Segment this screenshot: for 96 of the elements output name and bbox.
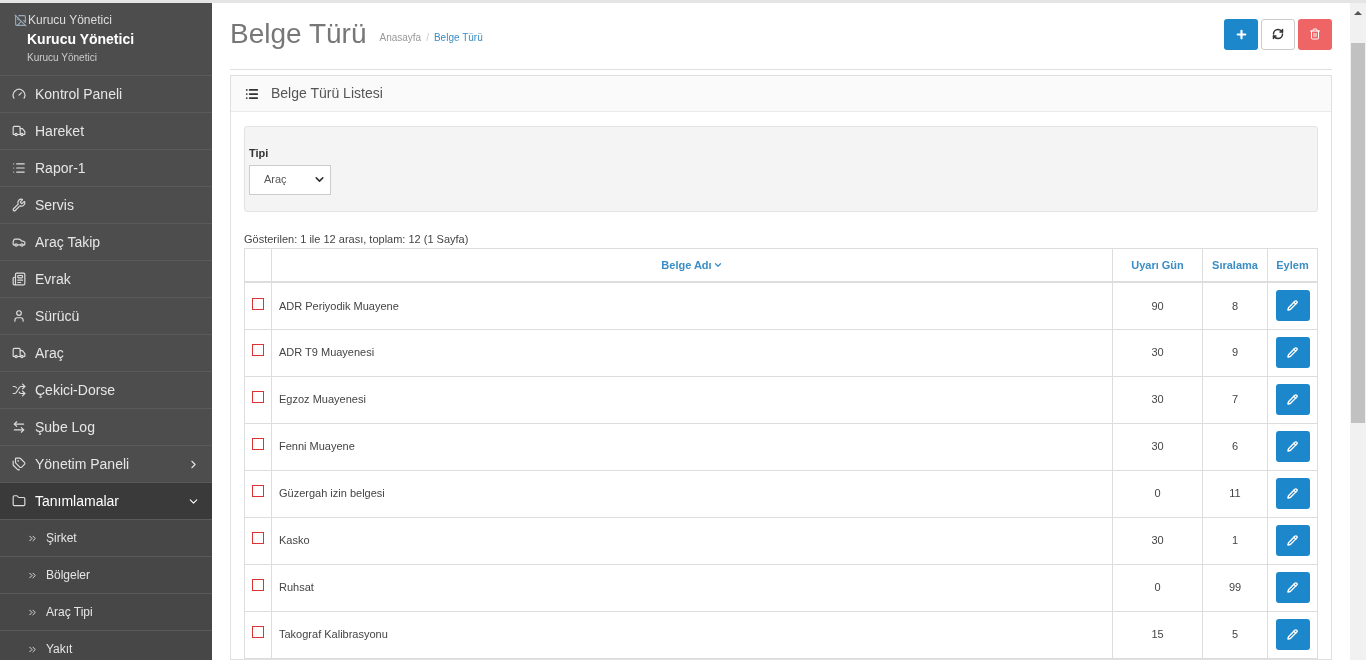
pencil-icon: [1287, 347, 1298, 358]
row-checkbox[interactable]: [252, 532, 264, 545]
edit-button[interactable]: [1275, 619, 1310, 650]
sidebar-item[interactable]: Hareket: [0, 113, 212, 150]
refresh-button[interactable]: [1261, 18, 1295, 50]
document-name: Takograf Kalibrasyonu: [279, 628, 388, 641]
sort-order: 7: [1231, 393, 1239, 406]
list-icon: [12, 161, 26, 175]
sidebar-item[interactable]: Servis: [0, 187, 212, 224]
sort-order: 9: [1231, 346, 1239, 359]
sidebar-item[interactable]: Sürücü: [0, 298, 212, 335]
list-icon: [245, 86, 259, 101]
column-header[interactable]: Belge Adı: [661, 256, 723, 273]
document-name: Egzoz Muayenesi: [279, 393, 366, 406]
truck-icon: [12, 124, 26, 138]
sort-order: 6: [1231, 440, 1239, 453]
scrollbar[interactable]: [1350, 3, 1366, 660]
document-name: Ruhsat: [279, 581, 314, 594]
pencil-icon: [1287, 629, 1298, 640]
avatar-alt-text: Kurucu Yönetici: [28, 12, 112, 29]
submenu-item[interactable]: Araç Tipi: [0, 594, 212, 631]
warning-days: 90: [1151, 299, 1164, 312]
warning-days: 0: [1154, 581, 1161, 594]
document-name: ADR T9 Muayenesi: [279, 346, 375, 359]
wrench-icon: [12, 198, 26, 212]
sidebar-item[interactable]: Tanımlamalar: [0, 483, 212, 520]
user-role: Kurucu Yönetici: [26, 51, 98, 65]
edit-button[interactable]: [1275, 290, 1310, 322]
row-checkbox[interactable]: [252, 344, 264, 357]
car-icon: [12, 235, 26, 249]
user-name: Kurucu Yönetici: [26, 30, 136, 49]
edit-button[interactable]: [1275, 478, 1310, 509]
submenu-item[interactable]: Bölgeler: [0, 557, 212, 594]
newspaper-icon: [12, 272, 26, 286]
row-checkbox[interactable]: [252, 579, 264, 592]
sidebar-item[interactable]: Evrak: [0, 261, 212, 298]
tags-icon: [12, 457, 26, 471]
pencil-icon: [1287, 394, 1298, 405]
edit-button[interactable]: [1275, 384, 1310, 415]
filter-label: Tipi: [249, 146, 270, 161]
pencil-icon: [1287, 582, 1298, 593]
type-select[interactable]: Araç: [249, 164, 331, 195]
pencil-icon: [1287, 441, 1298, 452]
scroll-up-icon: [1354, 11, 1362, 15]
sidebar-item[interactable]: Rapor-1: [0, 150, 212, 187]
document-name: Fenni Muayene: [279, 440, 355, 453]
warning-days: 30: [1151, 393, 1164, 406]
row-checkbox[interactable]: [252, 485, 264, 498]
sort-order: 99: [1228, 581, 1242, 594]
edit-button[interactable]: [1275, 337, 1310, 368]
panel-title: Belge Türü Listesi: [271, 84, 383, 103]
pencil-icon: [1287, 488, 1298, 499]
edit-button[interactable]: [1275, 431, 1310, 462]
submenu-item[interactable]: Şirket: [0, 520, 212, 557]
warning-days: 0: [1154, 487, 1161, 500]
scrollbar-thumb[interactable]: [1351, 43, 1365, 423]
result-summary: Gösterilen: 1 ile 12 arası, toplam: 12 (1 Sayfa): [244, 232, 470, 247]
refresh-icon: [1272, 28, 1284, 40]
add-button[interactable]: [1224, 18, 1258, 50]
document-name: Kasko: [279, 534, 310, 547]
sort-order: 8: [1231, 299, 1239, 312]
edit-button[interactable]: [1275, 572, 1310, 603]
truck-icon: [12, 346, 26, 360]
sidebar-item[interactable]: Araç Takip: [0, 224, 212, 261]
pencil-icon: [1287, 535, 1298, 546]
document-name: Güzergah izin belgesi: [279, 487, 385, 500]
page-title: Belge Türü: [230, 17, 367, 51]
user-icon: [12, 309, 26, 323]
edit-button[interactable]: [1275, 525, 1310, 556]
document-name: ADR Periyodik Muayene: [279, 299, 399, 312]
warning-days: 15: [1151, 628, 1164, 641]
sidebar-item[interactable]: Araç: [0, 335, 212, 372]
sort-order: 11: [1229, 487, 1241, 500]
sidebar-item[interactable]: Şube Log: [0, 409, 212, 446]
warning-days: 30: [1151, 440, 1164, 453]
pencil-icon: [1287, 300, 1298, 312]
row-checkbox[interactable]: [252, 626, 264, 639]
sidebar-item[interactable]: Kontrol Paneli: [0, 76, 212, 113]
plus-icon: [1234, 27, 1248, 41]
sort-order: 1: [1231, 534, 1239, 547]
broken-image-icon: [14, 13, 27, 27]
breadcrumb-link[interactable]: Belge Türü: [433, 29, 483, 45]
warning-days: 30: [1151, 346, 1164, 359]
shuffle-icon: [12, 383, 26, 397]
arrows-icon: [12, 420, 26, 434]
gauge-icon: [12, 87, 26, 101]
row-checkbox[interactable]: [252, 438, 264, 451]
sidebar-item[interactable]: Çekici-Dorse: [0, 372, 212, 409]
breadcrumb-separator: /: [426, 30, 429, 45]
row-checkbox[interactable]: [252, 297, 264, 310]
submenu-item[interactable]: Yakıt: [0, 631, 212, 660]
warning-days: 30: [1151, 534, 1164, 547]
trash-icon: [1309, 28, 1321, 40]
row-checkbox[interactable]: [252, 391, 264, 404]
folder-icon: [12, 494, 26, 508]
sort-order: 5: [1231, 628, 1239, 641]
